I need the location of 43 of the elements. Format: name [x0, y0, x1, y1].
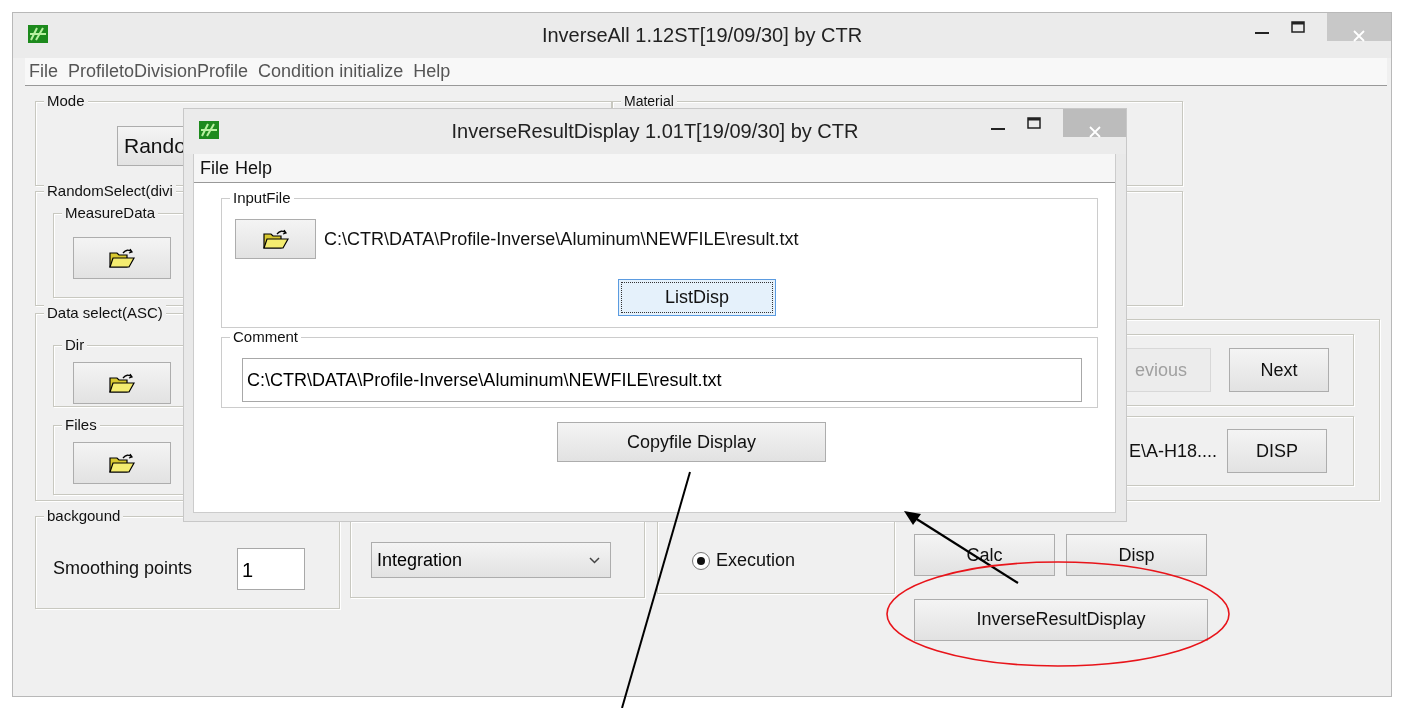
menu-item[interactable]: ProfiletoDivisionProfile — [68, 61, 249, 82]
chevron-down-icon — [589, 556, 600, 564]
list-display-button[interactable]: ListDisp — [618, 279, 776, 316]
group-label: Data select(ASC) — [44, 304, 166, 322]
menu-item[interactable]: Help — [235, 157, 273, 179]
close-icon — [1353, 30, 1365, 42]
minimize-icon[interactable] — [1255, 31, 1269, 35]
radio-label: Execution — [716, 550, 796, 571]
open-folder-button[interactable] — [235, 219, 316, 259]
folder-open-icon — [109, 372, 135, 394]
close-icon — [1088, 126, 1101, 138]
window-title: InverseAll 1.12ST[19/09/30] by CTR — [541, 24, 863, 47]
nav-button[interactable]: Next — [1229, 348, 1329, 392]
file-path: C:\CTR\DATA\Profile-Inverse\Aluminum\NEWFILE\result.txt — [324, 228, 799, 250]
menu-item[interactable]: File — [200, 157, 229, 179]
field-label: Smoothing points — [53, 558, 193, 579]
minimize-icon[interactable] — [991, 127, 1005, 131]
maximize-icon[interactable] — [1027, 117, 1041, 129]
open-folder-button[interactable] — [73, 237, 171, 279]
action-button[interactable]: InverseResultDisplay — [914, 598, 1208, 641]
menu-item[interactable]: Condition initialize — [258, 61, 404, 82]
maximize-icon[interactable] — [1291, 21, 1305, 33]
open-folder-button[interactable] — [73, 362, 171, 404]
open-folder-button[interactable] — [73, 442, 171, 484]
action-button[interactable]: Disp — [1066, 534, 1207, 576]
group-label: backgound — [44, 507, 124, 525]
radio-button[interactable] — [692, 551, 710, 570]
comment-field[interactable]: C:\CTR\DATA\Profile-Inverse\Aluminum\NEWFILE\result.txt — [242, 358, 1082, 402]
folder-open-icon — [109, 247, 135, 269]
disp-button[interactable]: DISP — [1227, 429, 1327, 473]
copyfile-display-button[interactable]: Copyfile Display — [557, 422, 826, 462]
app-icon — [28, 25, 48, 43]
folder-open-icon — [109, 452, 135, 474]
input-field[interactable]: 1 — [237, 547, 306, 590]
group-label: InputFile — [230, 189, 294, 207]
window-title: InverseResultDisplay 1.01T[19/09/30] by CTR — [451, 120, 859, 143]
file-path: E\A-H18.... — [1128, 440, 1217, 462]
folder-open-icon — [262, 228, 289, 250]
menu-item[interactable]: File — [29, 61, 58, 82]
dropdown[interactable]: Integration — [371, 542, 611, 578]
group-label: RandomSelect(divi — [44, 182, 176, 200]
app-icon — [199, 121, 219, 139]
menu-item[interactable]: Help — [413, 61, 451, 82]
